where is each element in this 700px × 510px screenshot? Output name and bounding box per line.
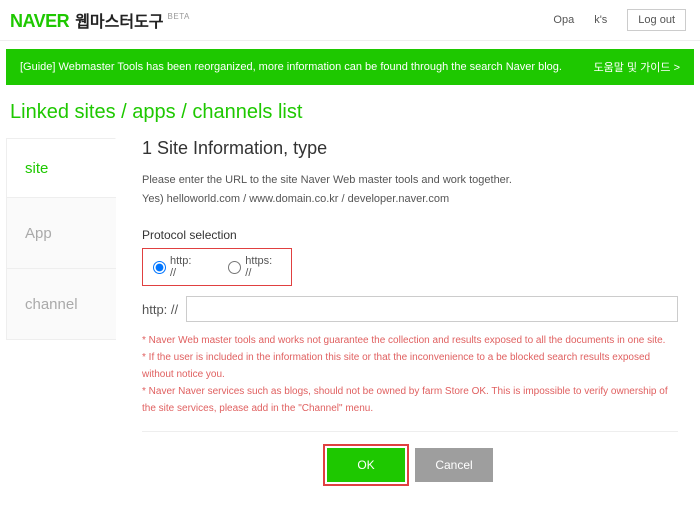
logout-button[interactable]: Log out xyxy=(627,9,686,31)
sidebar-item-app[interactable]: App xyxy=(6,197,116,269)
warning-1: * Naver Web master tools and works not g… xyxy=(142,332,678,349)
content: site App channel 1 Site Information, typ… xyxy=(0,138,700,492)
warning-list: * Naver Web master tools and works not g… xyxy=(142,332,678,432)
radio-https-label: https: // xyxy=(245,255,281,279)
section-description: Please enter the URL to the site Naver W… xyxy=(142,171,678,208)
warning-2: * If the user is included in the informa… xyxy=(142,349,678,383)
radio-http[interactable]: http: // xyxy=(153,255,200,279)
beta-badge: BETA xyxy=(168,12,190,21)
protocol-radio-group: http: // https: // xyxy=(142,248,292,286)
desc-line-1: Please enter the URL to the site Naver W… xyxy=(142,171,678,190)
radio-http-input[interactable] xyxy=(153,261,166,274)
url-prefix: http: // xyxy=(142,302,178,317)
sidebar-item-site[interactable]: site xyxy=(6,138,116,198)
header-right: Opa k's Log out xyxy=(553,9,686,31)
notice-text[interactable]: [Guide] Webmaster Tools has been reorgan… xyxy=(20,61,562,73)
sidebar-item-channel[interactable]: channel xyxy=(6,268,116,340)
warning-3: * Naver Naver services such as blogs, sh… xyxy=(142,383,678,417)
radio-http-label: http: // xyxy=(170,255,200,279)
url-row: http: // xyxy=(142,296,678,322)
cancel-button[interactable]: Cancel xyxy=(415,448,493,482)
page-title: Linked sites / apps / channels list xyxy=(0,97,700,138)
radio-https[interactable]: https: // xyxy=(228,255,281,279)
protocol-label: Protocol selection xyxy=(142,228,678,242)
button-row: OK Cancel xyxy=(142,448,678,482)
section-heading: 1 Site Information, type xyxy=(142,138,678,159)
logo-subtitle: 웹마스터도구 xyxy=(75,8,163,32)
header-link-2[interactable]: k's xyxy=(594,14,607,26)
logo[interactable]: NAVER xyxy=(10,11,69,32)
header: NAVER 웹마스터도구 BETA Opa k's Log out xyxy=(0,0,700,41)
radio-https-input[interactable] xyxy=(228,261,241,274)
desc-line-2: Yes) helloworld.com / www.domain.co.kr /… xyxy=(142,190,678,209)
sidebar: site App channel xyxy=(6,138,116,492)
notice-bar: [Guide] Webmaster Tools has been reorgan… xyxy=(6,49,694,85)
logo-group: NAVER 웹마스터도구 BETA xyxy=(10,8,192,32)
url-input[interactable] xyxy=(186,296,678,322)
header-link-1[interactable]: Opa xyxy=(553,14,574,26)
ok-button[interactable]: OK xyxy=(327,448,405,482)
main-panel: 1 Site Information, type Please enter th… xyxy=(116,138,700,492)
help-guide-link[interactable]: 도움말 및 가이드 > xyxy=(594,59,680,75)
